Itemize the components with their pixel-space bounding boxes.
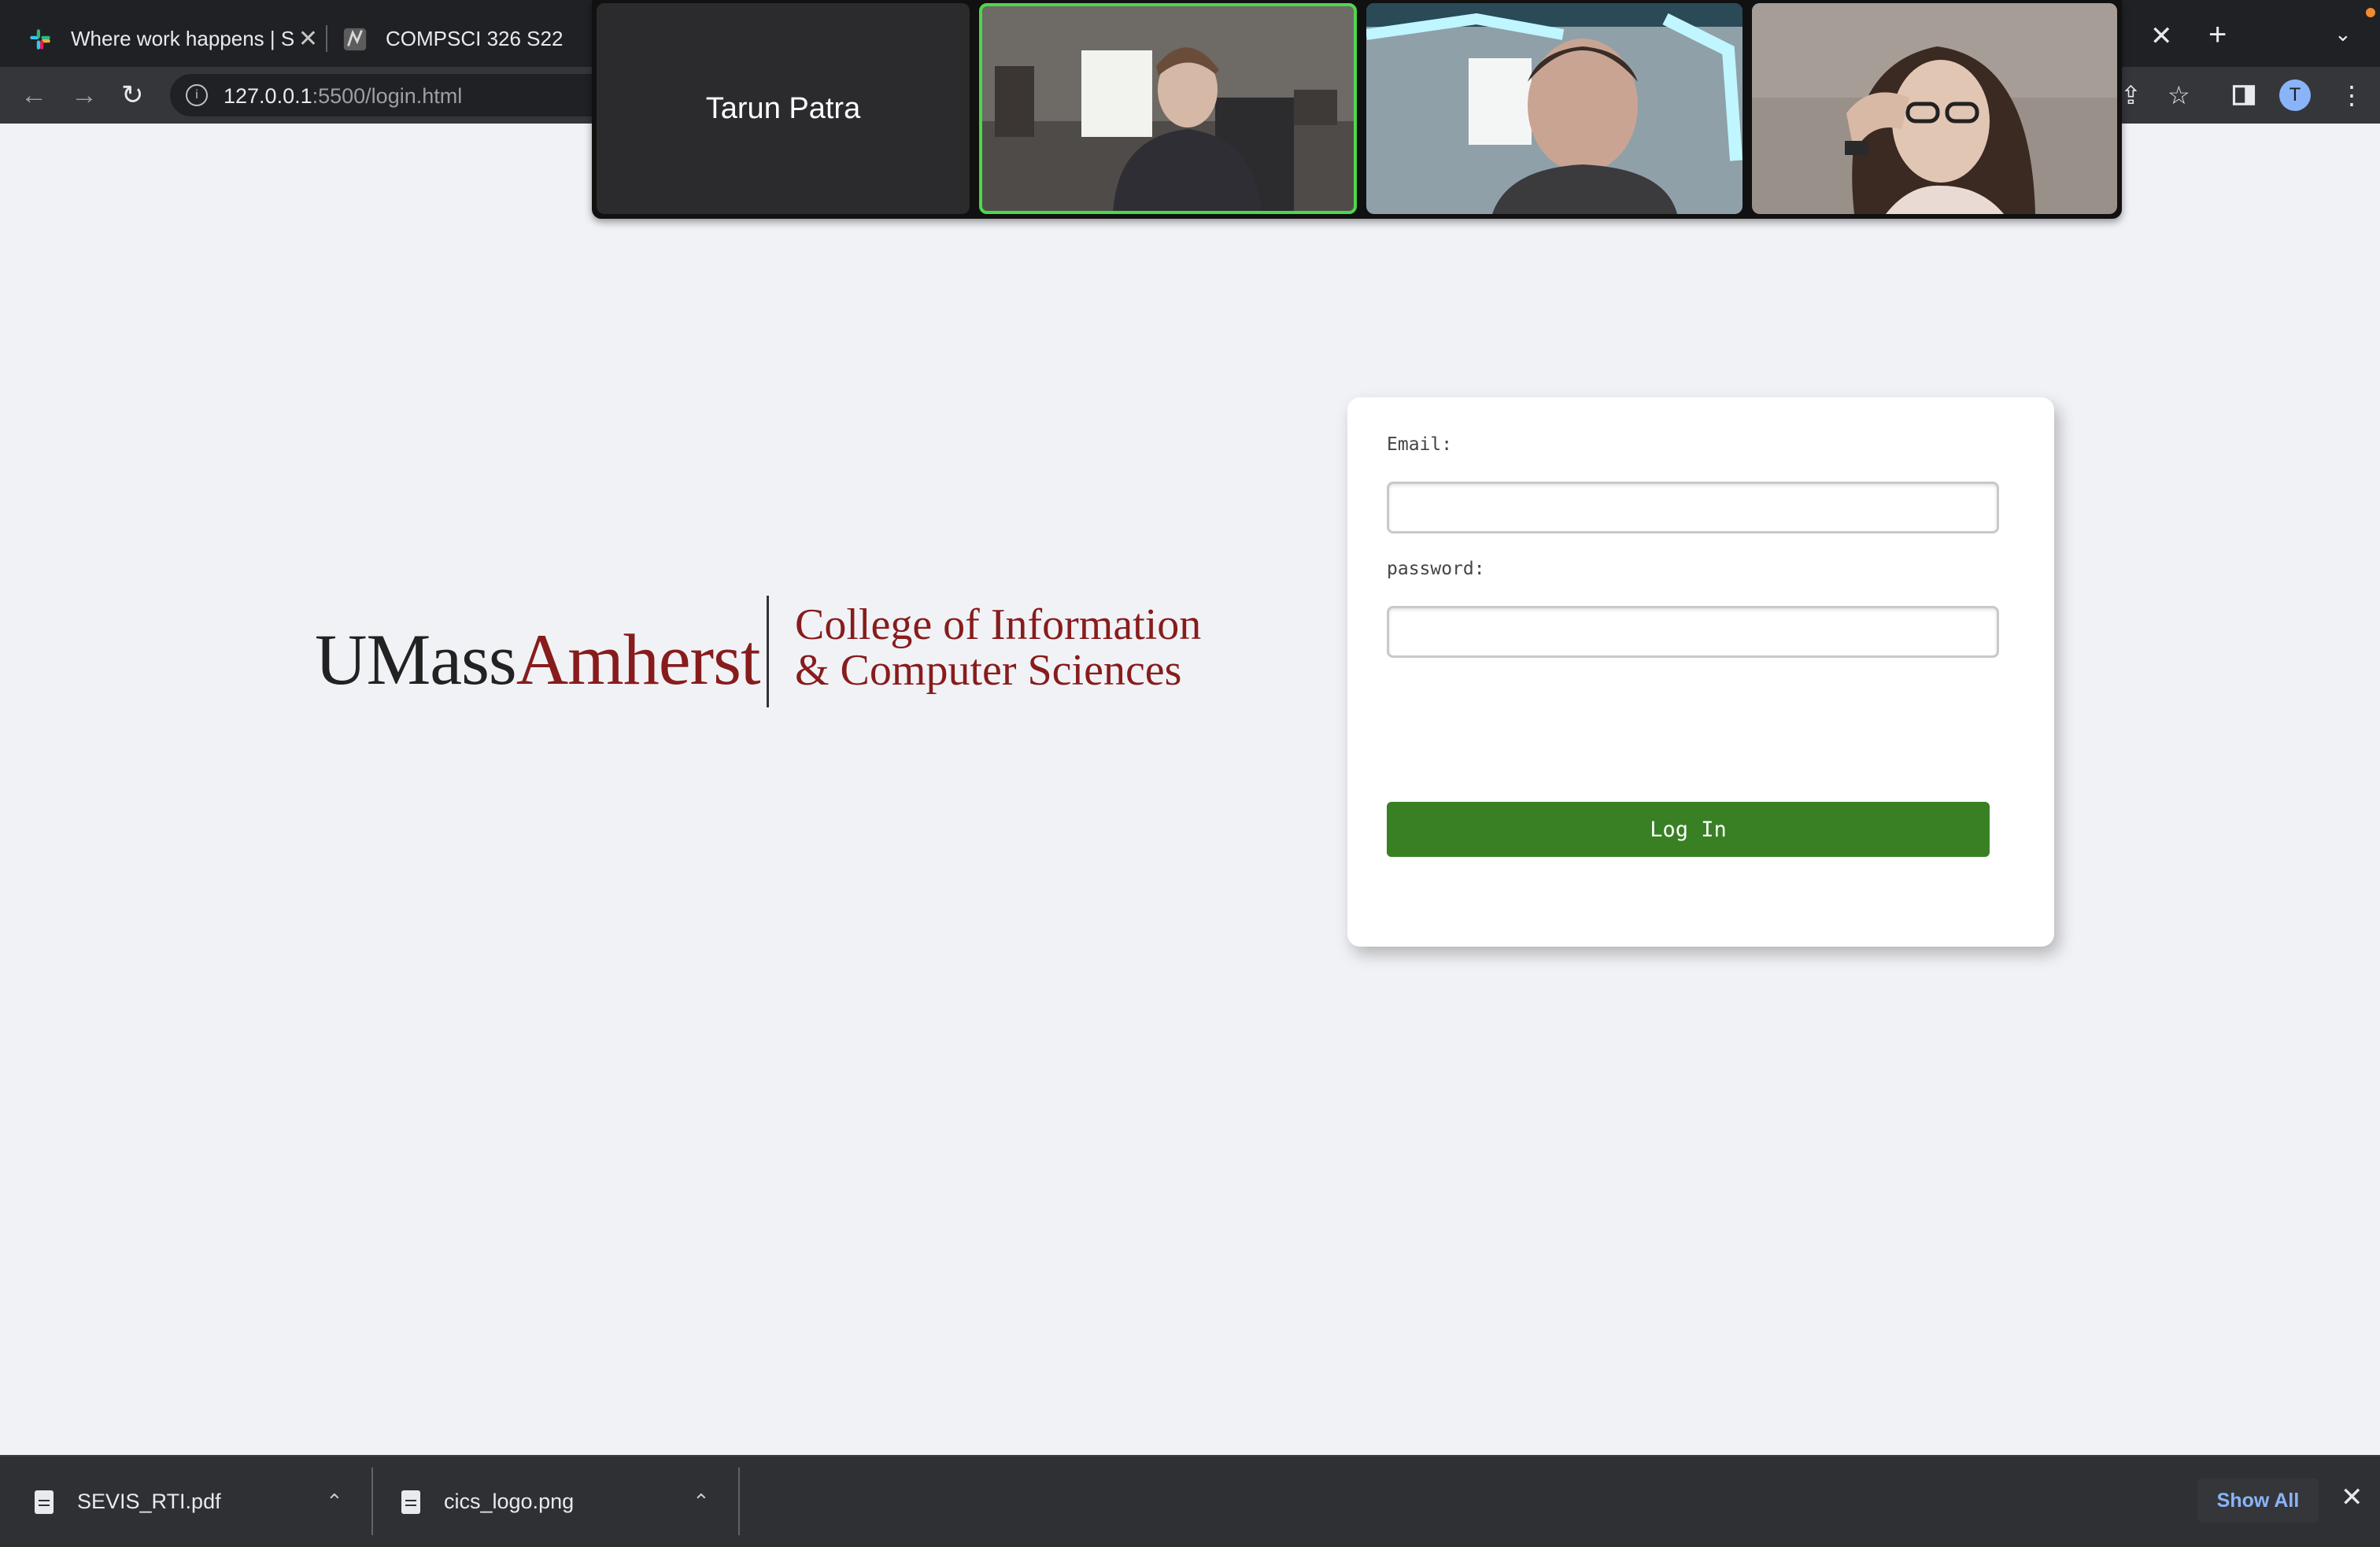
umass-amherst-wordmark: UMassAmherst [315,619,761,700]
download-filename: SEVIS_RTI.pdf [77,1490,221,1513]
download-filename: cics_logo.png [444,1490,575,1513]
participant-video-feed [1752,3,2117,214]
back-arrow-icon[interactable]: ← [20,67,47,124]
file-icon [401,1490,420,1514]
side-panel-icon[interactable] [2232,67,2256,124]
tab-title: Where work happens | S [71,27,295,50]
email-label: Email: [1387,434,1453,455]
tab-close-icon[interactable]: ✕ [2150,20,2173,52]
tab-search-chevron-icon[interactable]: ⌄ [2334,22,2352,46]
tab-divider [326,25,327,52]
login-button[interactable]: Log In [1387,802,1990,857]
download-divider [738,1468,740,1535]
slack-icon [30,28,50,50]
college-name: College of Information & Computer Scienc… [795,600,1202,695]
show-all-downloads-button[interactable]: Show All [2197,1479,2319,1523]
chevron-up-icon[interactable]: ⌃ [693,1490,710,1514]
download-divider [371,1468,373,1535]
forward-arrow-icon[interactable]: → [71,67,98,124]
file-icon [35,1490,54,1514]
tab-compsci[interactable]: COMPSCI 326 S22 [342,11,578,67]
email-field[interactable] [1387,482,1999,534]
logo-divider [767,596,769,707]
notification-dot [2366,8,2375,17]
tab-slack[interactable]: Where work happens | S ✕ [27,11,318,67]
chevron-up-icon[interactable]: ⌃ [326,1490,343,1514]
password-field[interactable] [1387,606,1999,658]
video-call-strip[interactable]: Tarun Patra [592,0,2122,219]
participant-video[interactable] [1752,3,2117,214]
close-shelf-icon[interactable]: ✕ [2341,1482,2363,1513]
participant-video[interactable] [1366,3,1743,214]
course-favicon-icon [343,28,367,50]
password-label: password: [1387,559,1485,579]
new-tab-icon[interactable]: + [2208,17,2227,53]
participant-video-active-speaker[interactable] [979,3,1357,214]
share-icon[interactable]: ⇪ [2120,67,2142,124]
download-shelf: SEVIS_RTI.pdf ⌃ cics_logo.png ⌃ Show All… [0,1455,2380,1547]
bookmark-star-icon[interactable]: ☆ [2168,67,2190,124]
download-item[interactable]: SEVIS_RTI.pdf ⌃ [35,1457,349,1547]
umass-cics-logo: UMassAmherst College of Information & Co… [315,594,1212,712]
participant-tile[interactable]: Tarun Patra [597,3,970,214]
login-card: Email: password: Log In [1347,397,2054,947]
menu-kebab-icon[interactable]: ⋮ [2339,67,2364,124]
profile-avatar[interactable]: T [2279,67,2311,124]
tab-title: COMPSCI 326 S22 [386,27,564,50]
download-item[interactable]: cics_logo.png ⌃ [401,1457,716,1547]
url-text: 127.0.0.1:5500/login.html [224,84,463,108]
reload-icon[interactable]: ↻ [121,67,144,124]
participant-name: Tarun Patra [705,91,861,125]
tab-close-icon[interactable]: ✕ [298,25,318,53]
participant-video-feed [979,3,1357,214]
participant-video-feed [1366,3,1743,214]
site-info-icon[interactable]: i [186,84,208,106]
